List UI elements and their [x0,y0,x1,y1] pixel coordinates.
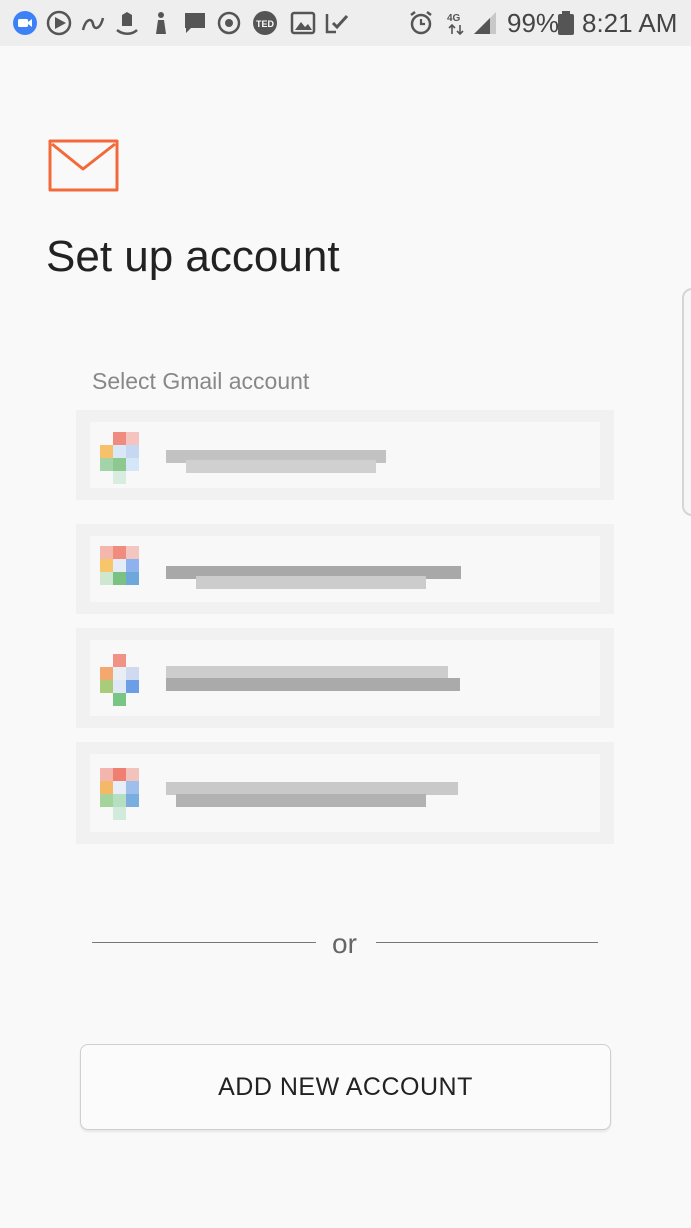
divider-line-left [92,942,316,943]
gmail-account-icon [100,768,154,822]
duo-icon [13,11,37,35]
redacted-email [166,446,466,476]
network-icon: 4G [447,13,464,36]
gmail-account-icon [100,432,154,486]
ted-icon: TED [253,11,277,35]
select-account-label: Select Gmail account [92,368,310,394]
checklist-icon [325,14,349,34]
status-bar: TED 4G 99% 8:21 AM [0,0,691,46]
page-title: Set up account [46,232,340,281]
gmail-account-icon [100,654,154,708]
svg-text:TED: TED [256,19,275,29]
redacted-email [166,666,466,696]
redacted-email [166,780,466,810]
clock: 8:21 AM [582,8,678,38]
svg-text:4G: 4G [447,13,461,24]
refresh-icon [217,11,241,35]
redacted-email [166,560,466,590]
account-item[interactable] [76,742,614,844]
gmail-account-icon [100,546,154,600]
amazon-icon [116,12,138,35]
alexa-icon [81,17,105,31]
signal-icon [474,12,496,34]
account-item[interactable] [76,524,614,614]
image-icon [290,11,316,35]
account-item[interactable] [76,628,614,728]
add-new-account-button[interactable]: ADD NEW ACCOUNT [80,1044,611,1130]
battery-icon [558,11,574,35]
divider-line-right [376,942,598,943]
mail-icon [48,139,119,192]
hand-icon [156,12,166,34]
account-item[interactable] [76,410,614,500]
battery-percent: 99% [507,8,560,38]
or-divider-text: or [332,928,357,959]
edge-panel-handle[interactable] [682,288,691,516]
alarm-icon [410,11,432,35]
circle-play-icon [46,10,72,36]
message-icon [185,13,205,33]
